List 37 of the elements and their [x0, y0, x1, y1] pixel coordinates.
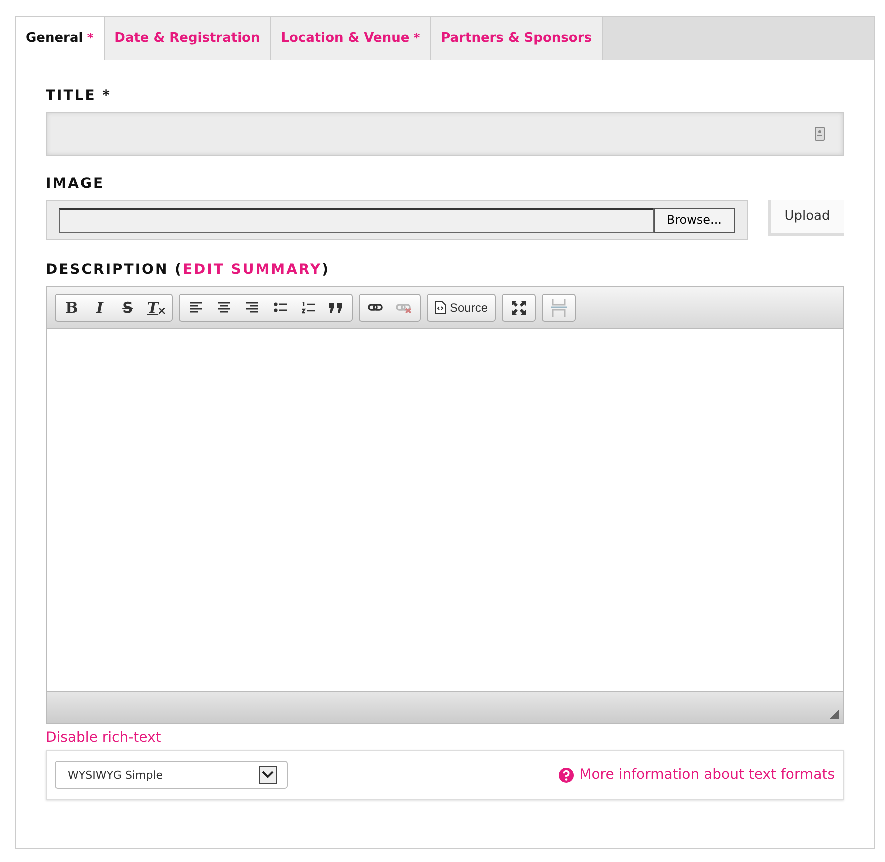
- file-path-field[interactable]: [59, 208, 654, 232]
- align-center-icon: [218, 302, 230, 313]
- disable-rich-text-link[interactable]: Disable rich-text: [46, 730, 162, 746]
- text-formats-help-link[interactable]: More information about text formats: [558, 767, 835, 783]
- close-icon: [158, 308, 165, 314]
- tab[interactable]: Date & Registration: [104, 17, 272, 60]
- field-label: ): [322, 262, 330, 278]
- caret-icon: [259, 766, 277, 784]
- clear-button[interactable]: T: [142, 296, 170, 320]
- strike-button[interactable]: S: [114, 296, 142, 320]
- field-label: DESCRIPTION (: [46, 262, 183, 278]
- page-break-icon: [551, 298, 568, 316]
- align-left-icon: [190, 302, 202, 313]
- text-format-select[interactable]: WYSIWYG Simple: [55, 761, 288, 789]
- upload-button[interactable]: Upload: [768, 200, 844, 236]
- link-icon: [368, 302, 384, 312]
- bulleted-list-icon: [274, 302, 286, 313]
- maximize-icon: [512, 300, 526, 314]
- bold-button[interactable]: B: [58, 296, 86, 320]
- edit-summary-link[interactable]: EDIT SUMMARY: [182, 262, 322, 278]
- help-icon: [558, 768, 574, 782]
- contact-card-icon: [815, 127, 825, 141]
- tab[interactable]: General *: [16, 17, 105, 60]
- browse-button[interactable]: Browse...: [654, 208, 735, 232]
- quote-icon: [329, 302, 343, 312]
- resize-grip-icon[interactable]: [830, 710, 839, 719]
- source-button[interactable]: Source: [430, 296, 494, 320]
- numbered-list-icon: [302, 302, 314, 314]
- title-input-field[interactable]: [46, 112, 844, 156]
- unlink-icon: [396, 302, 412, 312]
- field-label: TITLE *: [46, 88, 112, 104]
- tab[interactable]: Location & Venue *: [271, 17, 432, 60]
- align-right-icon: [246, 302, 258, 313]
- field-label: IMAGE: [46, 176, 106, 192]
- italic-button[interactable]: I: [86, 296, 114, 320]
- tab[interactable]: Partners & Sponsors: [431, 17, 603, 60]
- document-icon: [435, 301, 446, 314]
